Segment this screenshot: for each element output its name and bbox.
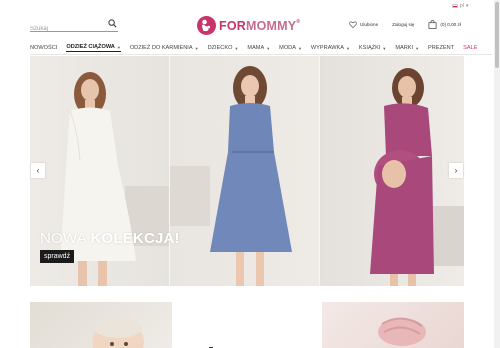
hero-cta-button[interactable]: sprawdź bbox=[40, 250, 75, 263]
search-box bbox=[30, 17, 118, 36]
language-switcher[interactable]: pl ▾ bbox=[452, 3, 468, 9]
logo-text: FORMOMMY® bbox=[219, 18, 301, 33]
login-link[interactable]: Zaloguj się bbox=[392, 22, 414, 27]
nav-item-sale[interactable]: Sale bbox=[463, 45, 477, 51]
chevron-down-icon: ▼ bbox=[194, 45, 199, 51]
chevron-down-icon: ▼ bbox=[266, 45, 271, 51]
promo-tile-headband[interactable] bbox=[322, 302, 464, 348]
hero-banner[interactable] bbox=[30, 56, 464, 286]
nav-item-prezent[interactable]: Prezent bbox=[428, 45, 454, 51]
hero-photo-plum-dress bbox=[320, 56, 464, 286]
heart-icon bbox=[349, 21, 357, 28]
poland-flag-icon bbox=[452, 4, 458, 8]
chevron-down-icon: ▼ bbox=[234, 45, 239, 51]
nav-item-nowosci[interactable]: Nowości bbox=[30, 45, 57, 51]
nav-item-moda[interactable]: Moda ▼ bbox=[279, 45, 302, 51]
scrollbar-thumb[interactable] bbox=[495, 2, 499, 68]
chevron-down-icon: ▼ bbox=[382, 45, 387, 51]
hero-slogan: NOWA KOLEKCJA! bbox=[40, 230, 180, 247]
chevron-down-icon: ▼ bbox=[415, 45, 420, 51]
search-input[interactable] bbox=[30, 22, 104, 36]
nav-item-dziecko[interactable]: Dziecko ▼ bbox=[208, 45, 239, 51]
chevron-right-icon: › bbox=[454, 166, 458, 175]
cart-link[interactable]: (0) 0,00 zł bbox=[428, 20, 461, 29]
chevron-down-icon: ▼ bbox=[297, 45, 302, 51]
login-label: Zaloguj się bbox=[392, 22, 415, 27]
hero-photo-blue-dress bbox=[170, 56, 320, 286]
favorites-label: Ulubione bbox=[360, 22, 379, 27]
nav-item-mama[interactable]: Mama ▼ bbox=[247, 45, 270, 51]
nav-item-odziez-do-karmienia[interactable]: Odzież do karmienia ▼ bbox=[130, 45, 199, 51]
slider-prev-button[interactable]: ‹ bbox=[31, 163, 45, 178]
nav-item-ksiazki[interactable]: Książki ▼ bbox=[359, 45, 386, 51]
search-icon[interactable] bbox=[108, 19, 117, 28]
nav-item-odziez-ciazowa[interactable]: Odzież ciążowa ▼ bbox=[66, 44, 121, 52]
cart-summary: (0) 0,00 zł bbox=[440, 22, 461, 27]
language-code: pl bbox=[460, 3, 464, 9]
slider-next-button[interactable]: › bbox=[449, 163, 463, 178]
chevron-down-icon: ▼ bbox=[345, 45, 350, 51]
bag-icon bbox=[428, 20, 437, 29]
page-scrollbar[interactable] bbox=[494, 0, 500, 348]
chevron-down-icon: ▾ bbox=[465, 3, 469, 9]
nav-item-wyprawka[interactable]: Wyprawka ▼ bbox=[311, 45, 350, 51]
favorites-link[interactable]: Ulubione bbox=[349, 21, 378, 28]
main-navigation: Nowości Odzież ciążowa ▼ Odzież do karmie… bbox=[30, 42, 492, 55]
chevron-left-icon: ‹ bbox=[36, 166, 40, 175]
chevron-down-icon: ▼ bbox=[116, 44, 121, 50]
logo-mark-icon bbox=[197, 16, 216, 35]
nav-item-marki[interactable]: Marki ▼ bbox=[395, 45, 419, 51]
promo-tile-baby[interactable] bbox=[30, 302, 172, 348]
brand-logo[interactable]: FORMOMMY® bbox=[197, 16, 300, 35]
header-actions: Ulubione Zaloguj się (0) 0,00 zł bbox=[349, 20, 461, 29]
